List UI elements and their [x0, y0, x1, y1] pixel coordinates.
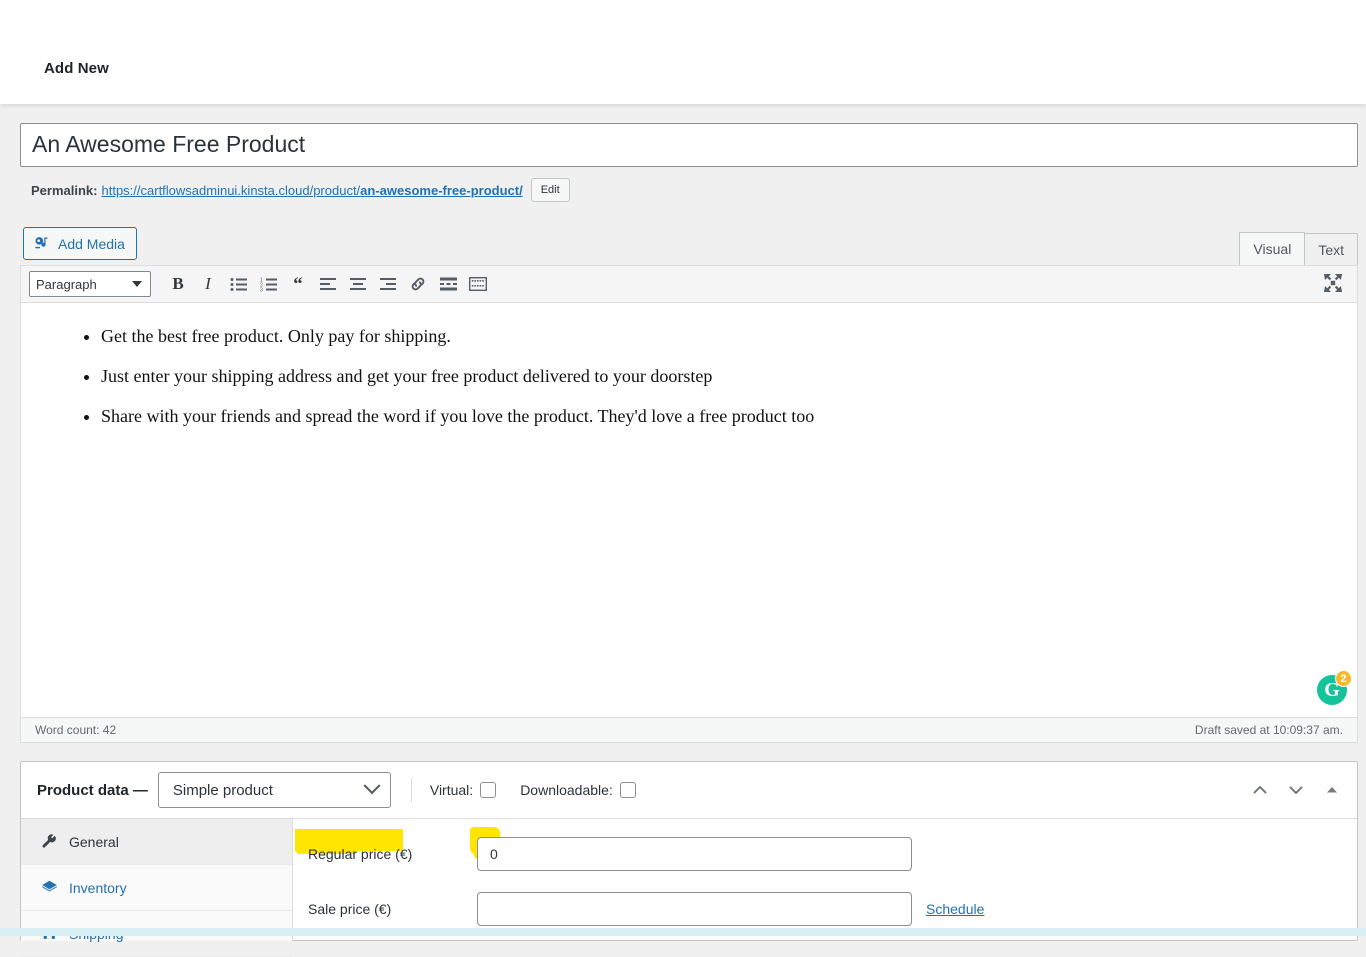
tab-inventory-label: Inventory: [69, 879, 127, 896]
divider: [410, 778, 412, 802]
align-center-icon: [350, 277, 366, 291]
toolbar-toggle-button[interactable]: [463, 270, 493, 298]
metabox-actions: [1249, 779, 1343, 801]
media-icon: [33, 235, 51, 253]
editor-content-area[interactable]: Get the best free product. Only pay for …: [20, 303, 1358, 717]
sale-price-label: Sale price (€): [308, 901, 392, 917]
product-type-value: Simple product: [172, 781, 273, 799]
product-data-metabox: Product data — Simple product Virtual: D…: [20, 761, 1358, 957]
downloadable-label: Downloadable:: [520, 782, 613, 798]
read-more-button[interactable]: [433, 270, 463, 298]
editor-status-bar: Word count: 42 Draft saved at 10:09:37 a…: [20, 717, 1358, 743]
edit-permalink-button[interactable]: Edit: [530, 178, 570, 202]
content-bullet-list: Get the best free product. Only pay for …: [21, 303, 1357, 426]
chevron-down-icon: [363, 777, 381, 795]
word-count: Word count: 42: [35, 723, 117, 737]
move-up-button[interactable]: [1249, 779, 1271, 801]
more-icon: [439, 277, 457, 291]
grammarly-badge[interactable]: G 2: [1317, 670, 1352, 705]
inventory-icon: [41, 879, 58, 896]
align-right-icon: [380, 277, 396, 291]
align-center-button[interactable]: [343, 270, 373, 298]
move-down-button[interactable]: [1285, 779, 1307, 801]
link-icon: [409, 275, 427, 293]
tab-visual[interactable]: Visual: [1239, 232, 1306, 265]
permalink: Permalink: https://cartflowsadminui.kins…: [31, 178, 570, 202]
paragraph-format-value: Paragraph: [36, 276, 97, 292]
ul-icon: [230, 277, 247, 292]
fullscreen-icon: [1323, 273, 1343, 298]
editor-media-bar: Add Media Visual Text: [20, 219, 1358, 265]
sale-price-row: Sale price (€) Schedule: [307, 892, 1357, 926]
page-title: Add New: [44, 60, 109, 77]
virtual-label: Virtual:: [429, 782, 474, 798]
general-panel: Regular price (€) Sale price (€) Schedul…: [293, 819, 1357, 941]
permalink-base: https://cartflowsadminui.kinsta.cloud/pr…: [101, 182, 361, 198]
regular-price-row: Regular price (€): [307, 837, 1357, 871]
grammarly-issue-count: 2: [1335, 670, 1352, 687]
virtual-checkbox-wrap[interactable]: Virtual:: [429, 782, 497, 798]
regular-price-label: Regular price (€): [308, 846, 413, 862]
sale-price-input[interactable]: [477, 892, 912, 926]
product-type-select[interactable]: Simple product: [157, 772, 391, 808]
tab-inventory[interactable]: Inventory: [21, 865, 292, 911]
toggle-panel-button[interactable]: [1321, 779, 1343, 801]
draft-saved-status: Draft saved at 10:09:37 am.: [1194, 723, 1343, 737]
paragraph-format-select[interactable]: Paragraph: [29, 271, 151, 297]
downloadable-checkbox-wrap[interactable]: Downloadable:: [520, 782, 636, 798]
post-title-wrap: [20, 123, 1358, 167]
chevron-down-icon: [132, 281, 142, 287]
ol-icon: 1 2 3: [260, 277, 277, 292]
fullscreen-toggle-button[interactable]: [1319, 271, 1347, 299]
insert-link-button[interactable]: [403, 270, 433, 298]
content-editor: Add Media Visual Text Paragraph B I 1 2 …: [20, 219, 1358, 743]
wrench-icon: [41, 833, 58, 850]
keyboard-icon: [469, 277, 487, 291]
blockquote-button[interactable]: “: [283, 270, 313, 298]
permalink-url[interactable]: https://cartflowsadminui.kinsta.cloud/pr…: [101, 183, 522, 198]
product-data-title: Product data —: [37, 781, 148, 799]
permalink-label: Permalink:: [31, 182, 98, 198]
permalink-slug: an-awesome-free-product/: [360, 182, 523, 198]
downloadable-checkbox[interactable]: [619, 782, 636, 798]
align-left-button[interactable]: [313, 270, 343, 298]
product-data-body: General Inventory Regular price (€) 0 Sa…: [21, 819, 1357, 957]
add-media-label: Add Media: [58, 235, 125, 252]
svg-text:3: 3: [260, 287, 263, 292]
post-title-input[interactable]: [20, 123, 1358, 167]
bulleted-list-button[interactable]: [223, 270, 253, 298]
bold-button[interactable]: B: [163, 270, 193, 298]
list-item: Get the best free product. Only pay for …: [101, 326, 1357, 347]
tab-general[interactable]: General: [21, 819, 292, 865]
numbered-list-button[interactable]: 1 2 3: [253, 270, 283, 298]
schedule-sale-link[interactable]: Schedule: [926, 901, 984, 917]
regular-price-input[interactable]: [477, 837, 912, 871]
bottom-edge-strip: [0, 928, 1366, 936]
product-data-tabs: General Inventory: [21, 819, 293, 957]
align-right-button[interactable]: [373, 270, 403, 298]
product-data-header: Product data — Simple product Virtual: D…: [21, 762, 1357, 819]
italic-button[interactable]: I: [193, 270, 223, 298]
align-left-icon: [320, 277, 336, 291]
add-media-button[interactable]: Add Media: [23, 227, 137, 260]
tab-general-label: General: [69, 833, 119, 850]
editor-mode-tabs: Visual Text: [1239, 226, 1358, 265]
tab-text[interactable]: Text: [1304, 233, 1358, 265]
list-item: Share with your friends and spread the w…: [101, 406, 1357, 427]
virtual-checkbox[interactable]: [480, 782, 497, 798]
list-item: Just enter your shipping address and get…: [101, 366, 1357, 387]
editor-toolbar: Paragraph B I 1 2 3 “: [20, 265, 1358, 303]
admin-header-bar: Add New: [0, 0, 1366, 104]
